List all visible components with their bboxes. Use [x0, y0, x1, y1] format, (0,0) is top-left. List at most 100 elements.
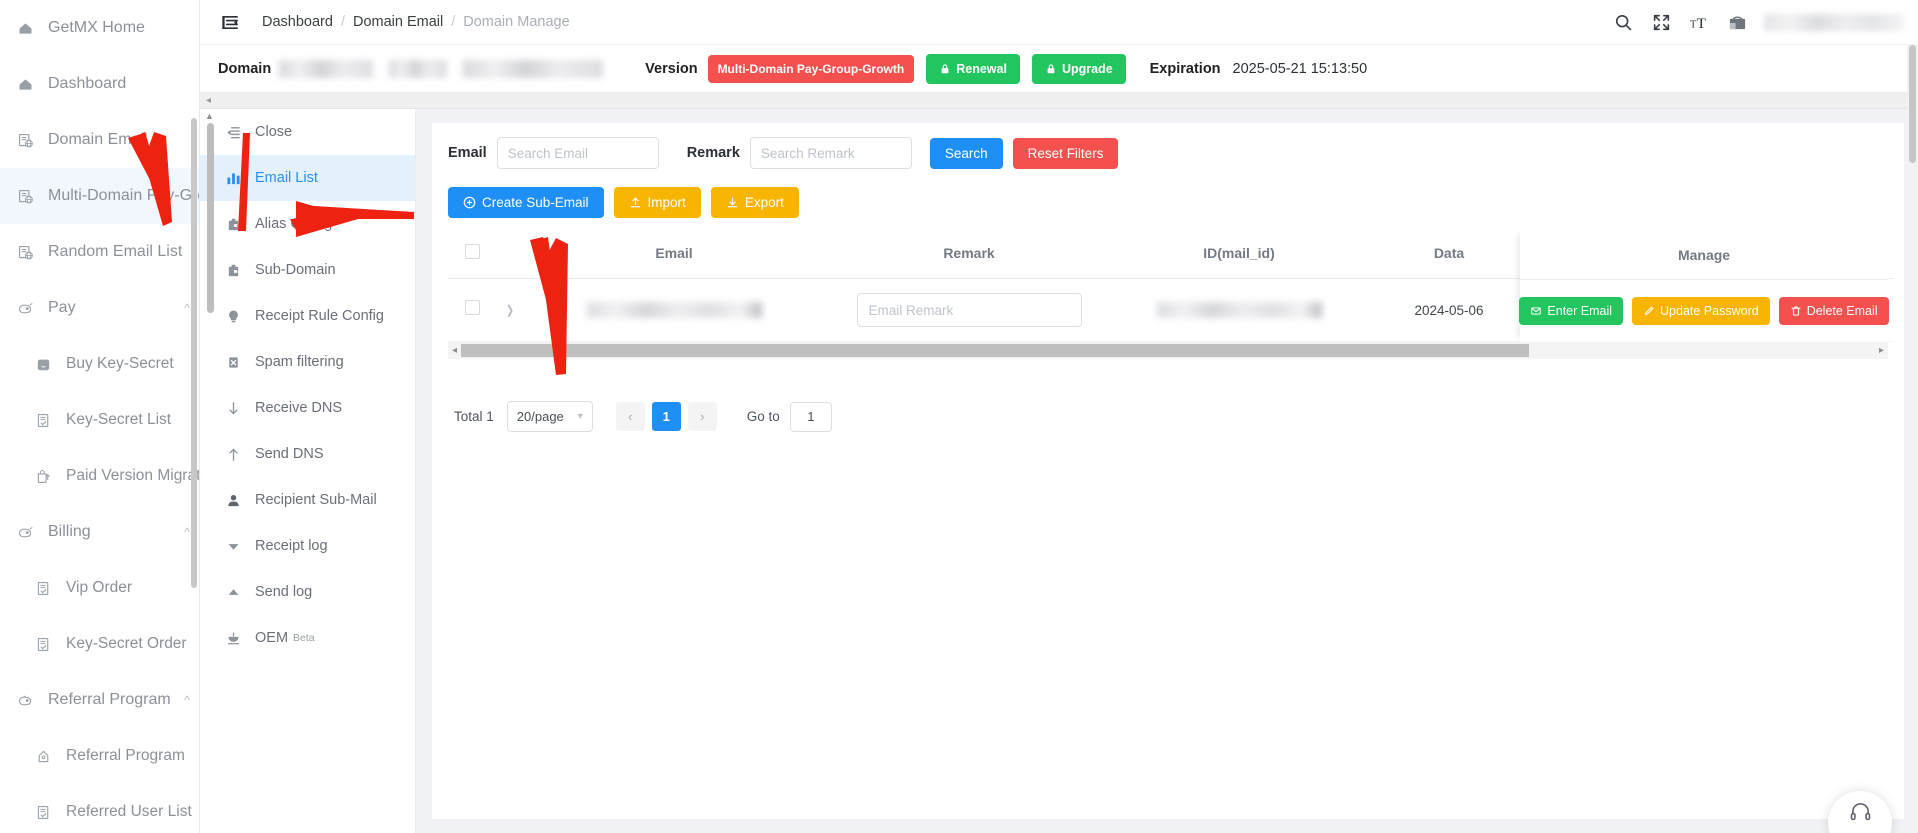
- sidebar-item-pay[interactable]: Pay ^: [0, 280, 199, 336]
- bar-chart-icon: [222, 171, 244, 186]
- panel-splitter[interactable]: ◂: [200, 93, 1918, 109]
- midnav-item-label: Spam filtering: [255, 354, 344, 370]
- sidebar-item-buy-key-secret[interactable]: Buy Key-Secret: [0, 336, 199, 392]
- chevron-up-icon[interactable]: ^: [176, 693, 198, 707]
- sidebar-item-vip-order[interactable]: Vip Order: [0, 560, 199, 616]
- domain-mail-icon: [14, 129, 36, 151]
- beta-tag: Beta: [293, 632, 315, 644]
- column-header-data: Data: [1364, 230, 1534, 279]
- export-button[interactable]: Export: [710, 187, 799, 218]
- midnav-item-email-list[interactable]: Email List: [200, 155, 415, 201]
- sidebar-item-referred-user-list[interactable]: Referred User List: [0, 784, 199, 833]
- midnav-item-label: Send DNS: [255, 446, 324, 462]
- clipboard-icon: [222, 217, 244, 232]
- avatar-icon[interactable]: [1722, 7, 1752, 37]
- sidebar-item-label: Referred User List: [66, 803, 192, 820]
- create-sub-email-button[interactable]: Create Sub-Email: [448, 187, 604, 218]
- secondary-nav: ▲ Close Email List Alias Config Sub-Domain R…: [200, 109, 416, 833]
- reset-filters-button[interactable]: Reset Filters: [1012, 137, 1119, 169]
- sidebar-item-referral-program[interactable]: Referral Program: [0, 728, 199, 784]
- email-filter-label: Email: [448, 145, 487, 161]
- goto-page-input[interactable]: [789, 401, 832, 432]
- expiration-value: 2025-05-21 15:13:50: [1232, 60, 1368, 77]
- domain-value-redacted-3: [463, 59, 604, 78]
- sidebar-scroll-area: GetMX Home Dashboard Domain Email Multi-Dom…: [0, 0, 200, 833]
- search-email-input[interactable]: [496, 137, 659, 169]
- top-bar: Dashboard / Domain Email / Domain Manage: [200, 0, 1918, 45]
- next-page-button[interactable]: ›: [687, 402, 717, 431]
- version-badge: Multi-Domain Pay-Group-Growth: [707, 54, 915, 83]
- enter-email-button[interactable]: Enter Email: [1519, 297, 1624, 325]
- sidebar-scrollbar[interactable]: [191, 118, 197, 588]
- sidebar-item-dashboard[interactable]: Dashboard: [0, 56, 199, 112]
- scroll-right-arrow-icon[interactable]: ▸: [1875, 345, 1888, 356]
- column-header-manage-fixed: Manage: [1520, 230, 1888, 280]
- sidebar-item-billing[interactable]: Billing ^: [0, 504, 199, 560]
- midnav-item-oem[interactable]: OEM Beta: [200, 615, 415, 661]
- update-password-button[interactable]: Update Password: [1632, 297, 1770, 325]
- midnav-item-send-dns[interactable]: Send DNS: [200, 431, 415, 477]
- pay-icon: [14, 297, 36, 319]
- midnav-scroll-up-arrow-icon[interactable]: ▲: [205, 111, 214, 121]
- sidebar-item-paid-version-migration[interactable]: Paid Version Migration: [0, 448, 200, 504]
- column-header-remark: Remark: [824, 230, 1114, 279]
- sidebar-item-referral-program[interactable]: Referral Program ^: [0, 672, 199, 728]
- renewal-button[interactable]: Renewal: [926, 53, 1020, 84]
- page-size-select[interactable]: 20/page ▾: [506, 401, 593, 432]
- midnav-item-alias-config[interactable]: Alias Config: [200, 201, 415, 247]
- sidebar-item-label: Referral Program: [48, 691, 171, 708]
- page-button-1[interactable]: 1: [651, 402, 681, 431]
- midnav-item-sub-domain[interactable]: Sub-Domain: [200, 247, 415, 293]
- midnav-item-spam-filtering[interactable]: Spam filtering: [200, 339, 415, 385]
- expand-row-icon[interactable]: ❯: [506, 303, 514, 317]
- midnav-item-receive-dns[interactable]: Receive DNS: [200, 385, 415, 431]
- email-remark-input[interactable]: [856, 293, 1082, 327]
- sidebar-item-multi-domain-pay-group[interactable]: Multi-Domain Pay-Group: [0, 168, 199, 224]
- search-remark-input[interactable]: [749, 137, 912, 169]
- table-horizontal-scrollbar[interactable]: ◂ ▸: [448, 342, 1888, 359]
- domain-mail-icon: [14, 185, 36, 207]
- breadcrumb-item-domain-email[interactable]: Domain Email: [353, 14, 443, 30]
- midnav-item-receipt-log[interactable]: Receipt log: [200, 523, 415, 569]
- search-icon[interactable]: [1608, 7, 1638, 37]
- midnav-item-close[interactable]: Close: [200, 109, 415, 155]
- arrow-up-icon: [222, 447, 244, 462]
- sidebar-item-domain-email[interactable]: Domain Email: [0, 112, 199, 168]
- cell-remark: [824, 278, 1114, 342]
- pagination: Total 1 20/page ▾ ‹ 1 › Go to: [432, 359, 1904, 432]
- midnav-item-send-log[interactable]: Send log: [200, 569, 415, 615]
- upgrade-button[interactable]: Upgrade: [1031, 53, 1126, 84]
- sidebar-item-getmx-home[interactable]: GetMX Home: [0, 0, 199, 56]
- midnav-item-recipient-sub-mail[interactable]: Recipient Sub-Mail: [200, 477, 415, 523]
- scroll-left-arrow-icon[interactable]: ◂: [448, 345, 461, 356]
- bag-icon: [32, 353, 54, 375]
- prev-page-button[interactable]: ‹: [615, 402, 645, 431]
- breadcrumb-item-dashboard[interactable]: Dashboard: [262, 14, 333, 30]
- sidebar-item-random-email-list[interactable]: Random Email List: [0, 224, 199, 280]
- menu-collapse-icon[interactable]: [218, 10, 242, 34]
- sidebar-item-key-secret-list[interactable]: Key-Secret List: [0, 392, 199, 448]
- search-button[interactable]: Search: [929, 137, 1003, 169]
- midnav-item-receipt-rule-config[interactable]: Receipt Rule Config: [200, 293, 415, 339]
- hscroll-thumb[interactable]: [461, 344, 1529, 357]
- row-checkbox[interactable]: [464, 300, 480, 315]
- sidebar-item-label: Billing: [48, 523, 91, 540]
- page-scrollbar[interactable]: [1907, 45, 1918, 833]
- font-size-icon[interactable]: T T: [1684, 7, 1714, 37]
- midnav-scrollbar[interactable]: [207, 123, 214, 313]
- fullscreen-icon[interactable]: [1646, 7, 1676, 37]
- manage-column-fixed: Manage Enter Email Update Password Delet…: [1519, 230, 1889, 343]
- select-all-checkbox[interactable]: [464, 244, 480, 259]
- pagination-total: Total 1: [454, 409, 494, 424]
- hscroll-track[interactable]: [461, 344, 1875, 357]
- sidebar-item-key-secret-order[interactable]: Key-Secret Order: [0, 616, 199, 672]
- import-button[interactable]: Import: [613, 187, 701, 218]
- midnav-item-label: Receipt Rule Config: [255, 308, 384, 324]
- upload-bag-icon: [32, 465, 54, 487]
- version-label: Version: [645, 60, 698, 77]
- cell-date: 2024-05-06: [1364, 278, 1534, 342]
- lock-icon: [1047, 63, 1055, 73]
- delete-email-button[interactable]: Delete Email: [1778, 297, 1889, 325]
- page-scrollbar-thumb[interactable]: [1909, 45, 1916, 163]
- sidebar-item-label: Paid Version Migration: [66, 467, 200, 484]
